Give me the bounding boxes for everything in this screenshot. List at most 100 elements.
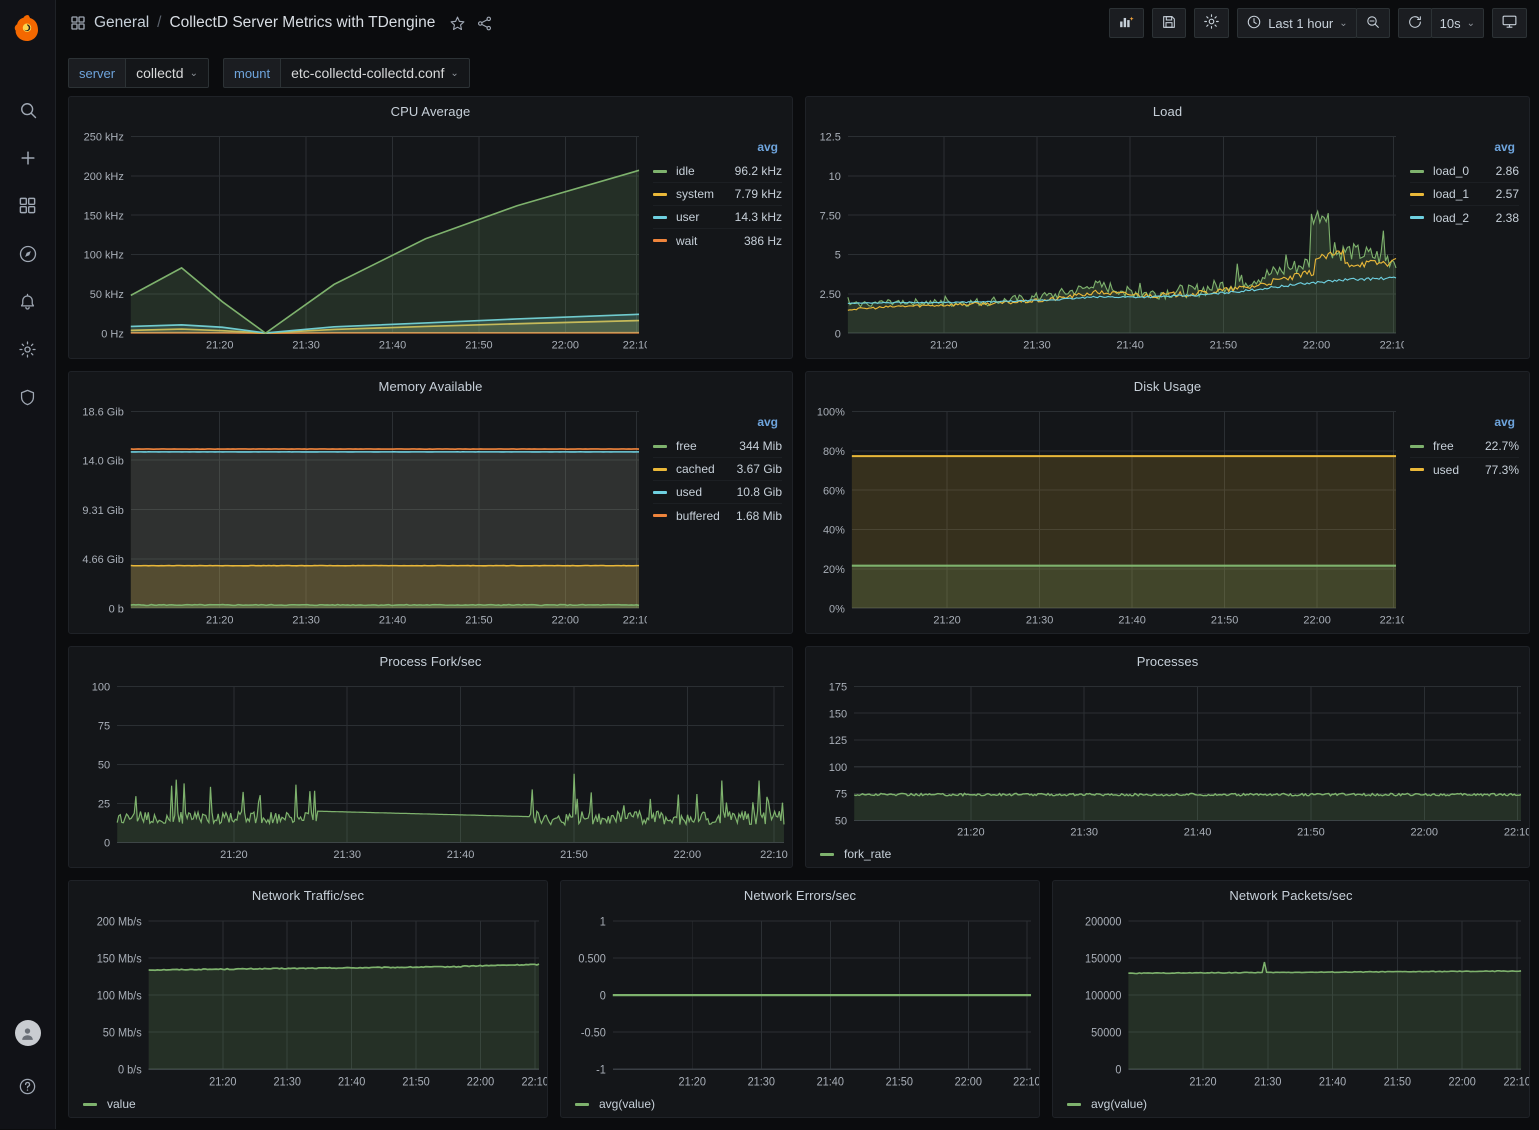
- legend-header[interactable]: avg: [1410, 140, 1519, 154]
- breadcrumb-folder[interactable]: General: [94, 14, 149, 32]
- sidebar-item-server-admin[interactable]: [0, 376, 56, 424]
- breadcrumb-separator: /: [157, 14, 161, 32]
- svg-text:21:30: 21:30: [748, 1076, 775, 1088]
- svg-text:40%: 40%: [823, 524, 845, 536]
- panel-title[interactable]: Process Fork/sec: [69, 647, 792, 672]
- legend-item[interactable]: user 14.3 kHz: [653, 206, 782, 229]
- panel-load[interactable]: Load 02.5057.501012.521:2021:3021:4021:5…: [805, 96, 1530, 359]
- add-panel-icon: [1118, 13, 1135, 33]
- chart-cpu-average[interactable]: 0 Hz50 kHz100 kHz150 kHz200 kHz250 kHz21…: [69, 122, 647, 358]
- series-name[interactable]: avg(value): [599, 1097, 655, 1111]
- legend-item[interactable]: load_0 2.86: [1410, 160, 1519, 183]
- panel-title[interactable]: Network Traffic/sec: [69, 881, 547, 906]
- panel-title[interactable]: Processes: [806, 647, 1529, 672]
- legend-item[interactable]: free 22.7%: [1410, 435, 1519, 458]
- save-dashboard-button[interactable]: [1152, 8, 1186, 38]
- time-range-picker[interactable]: Last 1 hour ⌄: [1237, 8, 1356, 38]
- series-value: 3.67 Gib: [737, 462, 782, 476]
- chart-process-fork-sec[interactable]: 025507510021:2021:3021:4021:5022:0022:10: [69, 672, 792, 867]
- refresh-interval-picker[interactable]: 10s ⌄: [1431, 8, 1484, 38]
- zoom-out-time-button[interactable]: [1356, 8, 1390, 38]
- svg-text:22:10: 22:10: [1380, 615, 1404, 627]
- sidebar-item-search[interactable]: [0, 88, 56, 136]
- series-color-swatch: [1410, 468, 1424, 471]
- legend-header[interactable]: avg: [653, 415, 782, 429]
- sidebar-item-configuration[interactable]: [0, 328, 56, 376]
- sidebar-item-alerting[interactable]: [0, 280, 56, 328]
- legend-item[interactable]: load_2 2.38: [1410, 206, 1519, 229]
- svg-text:0 b: 0 b: [109, 603, 124, 615]
- svg-text:200000: 200000: [1085, 916, 1121, 928]
- panel-title[interactable]: Memory Available: [69, 372, 792, 397]
- svg-text:21:30: 21:30: [1254, 1076, 1281, 1088]
- legend-item[interactable]: used 77.3%: [1410, 458, 1519, 481]
- series-name[interactable]: fork_rate: [844, 847, 891, 861]
- sidebar-item-user-profile[interactable]: [0, 1009, 56, 1057]
- panel-title[interactable]: Network Errors/sec: [561, 881, 1039, 906]
- series-value: 2.38: [1496, 211, 1519, 225]
- variable-server-select[interactable]: collectd ⌄: [125, 58, 209, 88]
- add-panel-button[interactable]: [1109, 8, 1144, 38]
- chart-memory-available[interactable]: 0 b4.66 Gib9.31 Gib14.0 Gib18.6 Gib21:20…: [69, 397, 647, 633]
- chart-network-packets-sec[interactable]: 05000010000015000020000021:2021:3021:402…: [1053, 906, 1529, 1095]
- panel-network-errors-sec[interactable]: Network Errors/sec -1-0.5000.500121:2021…: [560, 880, 1040, 1118]
- share-icon[interactable]: [476, 15, 493, 32]
- sidebar-item-dashboards[interactable]: [0, 184, 56, 232]
- sidebar-item-help[interactable]: [0, 1065, 56, 1113]
- legend-item[interactable]: system 7.79 kHz: [653, 183, 782, 206]
- svg-text:21:20: 21:20: [1189, 1076, 1216, 1088]
- svg-text:2.50: 2.50: [820, 289, 841, 301]
- panel-cpu-average[interactable]: CPU Average 0 Hz50 kHz100 kHz150 kHz200 …: [68, 96, 793, 359]
- grafana-logo-icon[interactable]: [10, 10, 46, 46]
- panel-process-fork-sec[interactable]: Process Fork/sec 025507510021:2021:3021:…: [68, 646, 793, 868]
- series-name: wait: [676, 234, 744, 248]
- svg-text:21:50: 21:50: [465, 340, 492, 352]
- svg-text:150000: 150000: [1085, 953, 1121, 965]
- svg-text:80%: 80%: [823, 446, 845, 458]
- svg-text:4.66 Gib: 4.66 Gib: [82, 554, 123, 566]
- panel-memory-available[interactable]: Memory Available 0 b4.66 Gib9.31 Gib14.0…: [68, 371, 793, 634]
- chart-network-errors-sec[interactable]: -1-0.5000.500121:2021:3021:4021:5022:002…: [561, 906, 1039, 1095]
- panel-title[interactable]: CPU Average: [69, 97, 792, 122]
- star-icon[interactable]: [449, 15, 466, 32]
- svg-text:100000: 100000: [1085, 990, 1121, 1002]
- sidebar-item-create[interactable]: [0, 136, 56, 184]
- chart-processes[interactable]: 507510012515017521:2021:3021:4021:5022:0…: [806, 672, 1529, 845]
- series-name[interactable]: avg(value): [1091, 1097, 1147, 1111]
- svg-text:21:40: 21:40: [1118, 615, 1145, 627]
- series-color-swatch: [1410, 445, 1424, 448]
- variable-mount-select[interactable]: etc-collectd-collectd.conf ⌄: [280, 58, 470, 88]
- legend-header[interactable]: avg: [653, 140, 782, 154]
- svg-text:200 kHz: 200 kHz: [84, 171, 125, 183]
- panel-disk-usage[interactable]: Disk Usage 0%20%40%60%80%100%21:2021:302…: [805, 371, 1530, 634]
- chart-disk-usage[interactable]: 0%20%40%60%80%100%21:2021:3021:4021:5022…: [806, 397, 1404, 633]
- legend-item[interactable]: wait 386 Hz: [653, 229, 782, 252]
- legend-item[interactable]: cached 3.67 Gib: [653, 458, 782, 481]
- svg-text:21:20: 21:20: [957, 827, 985, 839]
- legend-item[interactable]: free 344 Mib: [653, 435, 782, 458]
- page-title[interactable]: CollectD Server Metrics with TDengine: [169, 14, 435, 32]
- legend-item[interactable]: used 10.8 Gib: [653, 481, 782, 504]
- panel-title[interactable]: Network Packets/sec: [1053, 881, 1529, 906]
- legend-item[interactable]: buffered 1.68 Mib: [653, 504, 782, 527]
- sidebar-item-explore[interactable]: [0, 232, 56, 280]
- panel-title[interactable]: Disk Usage: [806, 372, 1529, 397]
- svg-text:5: 5: [835, 249, 841, 261]
- series-name[interactable]: value: [107, 1097, 136, 1111]
- legend-item[interactable]: load_1 2.57: [1410, 183, 1519, 206]
- legend-network-errors-sec: avg(value): [561, 1095, 1039, 1117]
- svg-text:0.500: 0.500: [578, 953, 605, 965]
- refresh-dashboard-button[interactable]: [1398, 8, 1432, 38]
- chart-network-traffic-sec[interactable]: 0 b/s50 Mb/s100 Mb/s150 Mb/s200 Mb/s21:2…: [69, 906, 547, 1095]
- svg-text:21:40: 21:40: [338, 1076, 365, 1088]
- svg-text:21:20: 21:20: [206, 615, 233, 627]
- tv-mode-button[interactable]: [1492, 8, 1527, 38]
- legend-header[interactable]: avg: [1410, 415, 1519, 429]
- chart-load[interactable]: 02.5057.501012.521:2021:3021:4021:5022:0…: [806, 122, 1404, 358]
- legend-item[interactable]: idle 96.2 kHz: [653, 160, 782, 183]
- panel-title[interactable]: Load: [806, 97, 1529, 122]
- panel-network-traffic-sec[interactable]: Network Traffic/sec 0 b/s50 Mb/s100 Mb/s…: [68, 880, 548, 1118]
- dashboard-settings-button[interactable]: [1194, 8, 1229, 38]
- panel-processes[interactable]: Processes 507510012515017521:2021:3021:4…: [805, 646, 1530, 868]
- panel-network-packets-sec[interactable]: Network Packets/sec 05000010000015000020…: [1052, 880, 1530, 1118]
